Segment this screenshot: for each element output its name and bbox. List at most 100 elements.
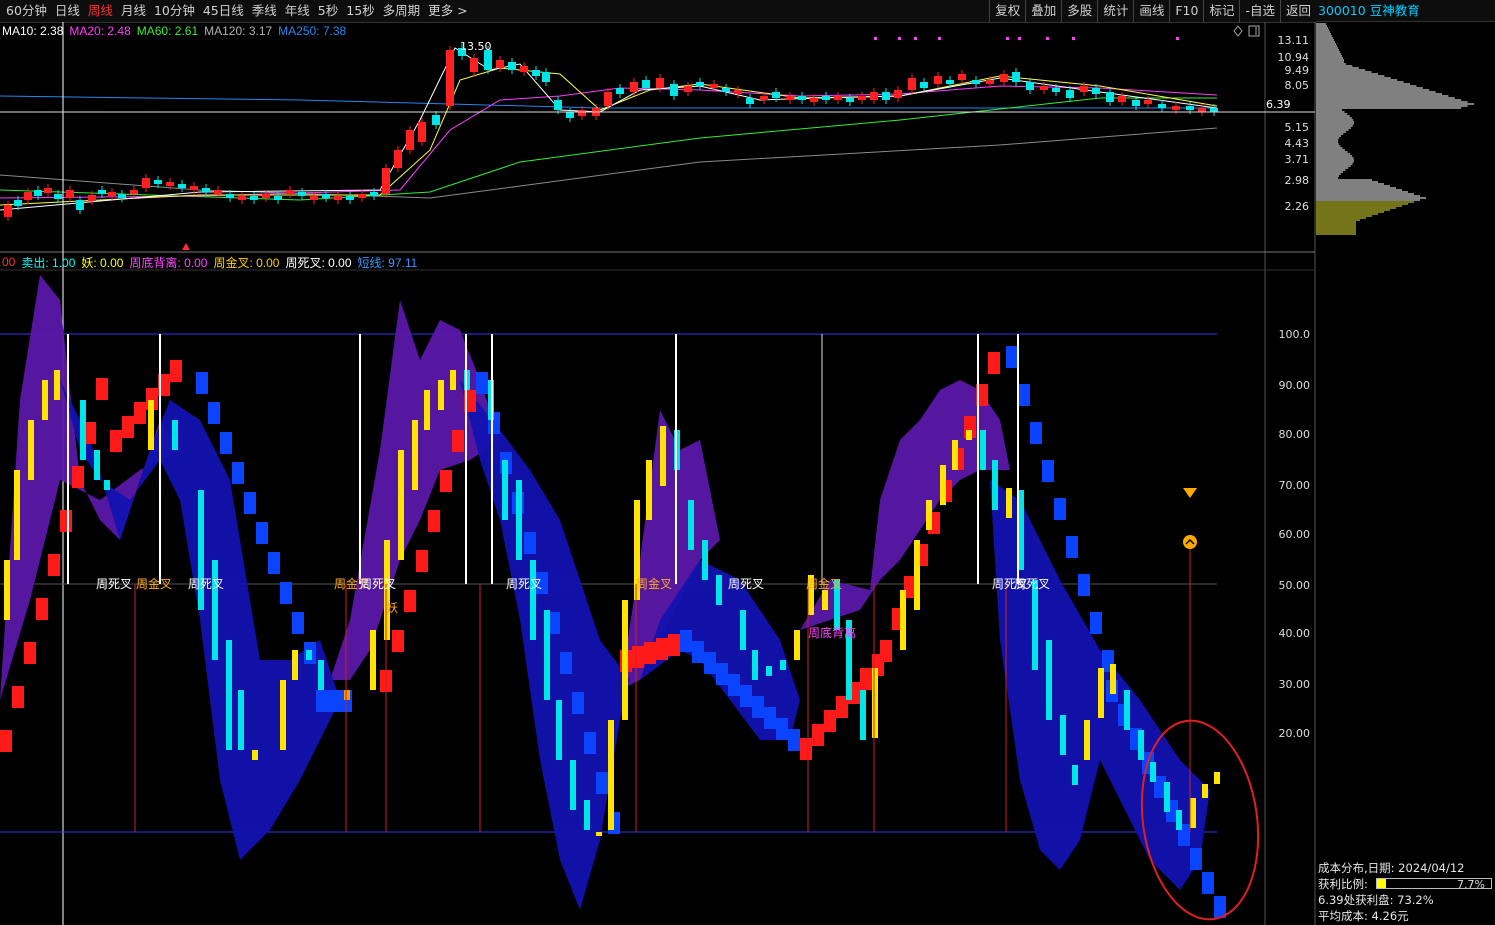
- indicator-bar: [992, 460, 998, 510]
- blue-stair-block: [596, 772, 608, 794]
- red-stair-block: [812, 724, 824, 746]
- candle: [684, 86, 692, 92]
- blue-stair-block: [256, 522, 268, 544]
- blue-stair-block: [1090, 612, 1102, 634]
- signal-label: 周死叉: [188, 577, 224, 591]
- red-stair-block: [392, 630, 404, 652]
- candle: [894, 90, 902, 98]
- candle: [1210, 108, 1218, 112]
- profit-ratio-value: 7.7%: [1457, 878, 1485, 891]
- indicator-bar: [584, 800, 590, 830]
- candle: [382, 168, 390, 194]
- candle: [786, 96, 794, 100]
- indicator-bar: [780, 660, 786, 670]
- indicator-bar: [530, 560, 536, 640]
- down-triangle-icon: [1183, 488, 1197, 498]
- candle: [432, 115, 440, 125]
- candle: [226, 194, 234, 198]
- candle: [772, 92, 780, 98]
- signal-label: 周死叉: [728, 577, 764, 591]
- indicator-tick: 60.00: [1279, 528, 1311, 541]
- signal-dot: [1176, 37, 1179, 40]
- indicator-pane: 周死叉 周金叉 周死叉 周金叉周死叉妖周死叉 周金叉 周死叉 周金叉周底背离周死叉周死叉: [0, 275, 1260, 921]
- profit-ratio-fill: [1377, 879, 1386, 888]
- blue-stair-block: [196, 372, 208, 394]
- candle: [1080, 86, 1088, 92]
- indicator-bar: [766, 666, 772, 676]
- signal-dot: [938, 37, 941, 40]
- blue-stair-block: [268, 552, 280, 574]
- indicator-bar: [450, 370, 456, 390]
- stock-chart[interactable]: 13.50 周死叉 周金叉 周死叉 周金叉周死叉妖周死叉 周金叉 周死叉 周金叉周底背离周死…: [0, 0, 1495, 925]
- indicator-bar: [1176, 810, 1182, 830]
- red-stair-block: [988, 352, 1000, 374]
- candle: [986, 80, 994, 84]
- candle: [858, 96, 866, 100]
- candle: [722, 88, 730, 92]
- candle: [130, 190, 138, 194]
- indicator-bar: [412, 420, 418, 490]
- candle: [54, 194, 62, 199]
- indicator-bar: [398, 450, 404, 560]
- candle: [310, 196, 318, 200]
- indicator-bar: [1164, 782, 1170, 812]
- cost-distribution: [1316, 23, 1474, 235]
- red-stair-block: [404, 590, 416, 612]
- candle: [710, 84, 718, 88]
- indicator-bar: [596, 832, 602, 836]
- blue-stair-block: [316, 690, 328, 712]
- blue-stair-block: [704, 652, 716, 674]
- red-stair-block: [36, 598, 48, 620]
- indicator-bar: [4, 560, 10, 620]
- blue-stair-block: [560, 652, 572, 674]
- legend-item: 00: [2, 255, 16, 269]
- signal-dot: [898, 37, 901, 40]
- diamond-icon[interactable]: [1233, 25, 1243, 37]
- candle: [1052, 88, 1060, 92]
- price-tick: 13.11: [1278, 34, 1310, 47]
- red-stair-block: [416, 550, 428, 572]
- blue-stair-block: [1190, 848, 1202, 870]
- red-stair-block: [880, 640, 892, 662]
- candle: [798, 96, 806, 100]
- red-stair-block: [122, 416, 134, 438]
- candle: [98, 190, 106, 194]
- price-tick: 8.05: [1285, 79, 1310, 92]
- indicator-bar: [860, 690, 866, 740]
- indicator-bar: [980, 430, 986, 470]
- blue-stair-block: [1018, 384, 1030, 406]
- signal-label: 周死叉: [96, 577, 132, 591]
- candle: [262, 194, 270, 198]
- indicator-bar: [1060, 715, 1066, 755]
- blue-stair-block: [328, 690, 340, 712]
- candle: [322, 194, 330, 198]
- signal-label: 周金叉: [806, 576, 842, 591]
- candle: [870, 92, 878, 100]
- candle: [1012, 72, 1020, 82]
- red-stair-block: [632, 646, 644, 668]
- indicator-tick: 90.00: [1279, 379, 1311, 392]
- red-stair-block: [452, 430, 464, 452]
- blue-stair-block: [788, 729, 800, 751]
- indicator-tick: 100.0: [1279, 328, 1311, 341]
- blue-stair-block: [1030, 422, 1042, 444]
- red-stair-block: [134, 402, 146, 424]
- red-stair-block: [0, 730, 12, 752]
- signal-dot: [914, 37, 917, 40]
- red-stair-block: [96, 378, 108, 400]
- blue-stair-block: [1042, 460, 1054, 482]
- red-stair-block: [12, 686, 24, 708]
- current-price-label: 6.39: [1266, 98, 1291, 111]
- blue-stair-block: [692, 641, 704, 663]
- candle: [760, 96, 768, 100]
- indicator-bar: [622, 600, 628, 720]
- price-tick: 5.15: [1285, 121, 1310, 134]
- indicator-bar: [1084, 720, 1090, 760]
- expand-icon[interactable]: [1248, 25, 1260, 37]
- indicator-bar: [1138, 730, 1144, 760]
- signal-label: 周死叉: [506, 577, 542, 591]
- indicator-bar: [716, 575, 722, 605]
- indicator-tick: 30.00: [1279, 678, 1311, 691]
- indicator-bar: [1150, 762, 1156, 782]
- candle: [44, 188, 52, 193]
